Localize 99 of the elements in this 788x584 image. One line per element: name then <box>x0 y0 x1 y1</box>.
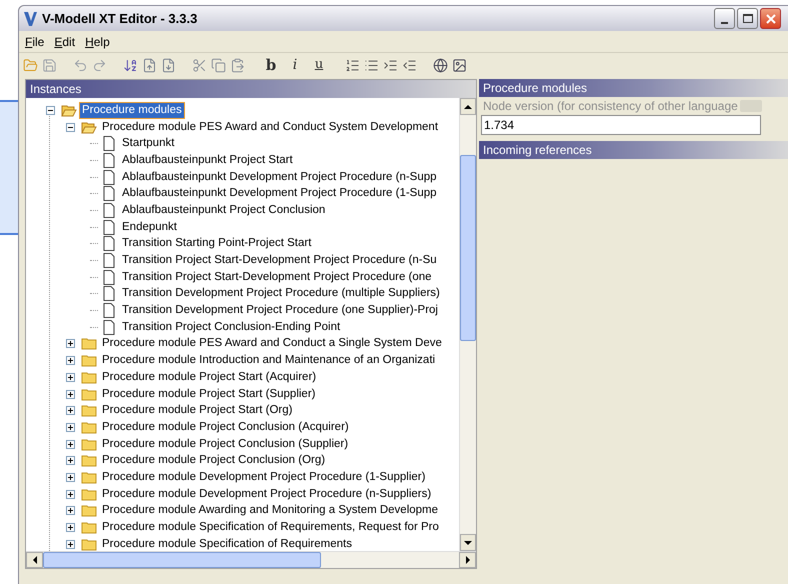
bullet-list-icon[interactable] <box>364 58 379 72</box>
sort-icon[interactable] <box>123 58 138 72</box>
tree-item[interactable]: Procedure module PES Award and Conduct a Single System Deve <box>100 336 444 352</box>
move-up-icon[interactable] <box>142 58 157 72</box>
document-icon <box>103 170 115 185</box>
collapse-toggle[interactable] <box>46 106 54 115</box>
expand-toggle[interactable] <box>66 440 74 449</box>
format-button[interactable]: u <box>309 56 329 74</box>
menu-item[interactable]: Help <box>85 32 110 50</box>
expand-toggle[interactable] <box>66 540 74 549</box>
ordered-list-icon[interactable] <box>345 58 360 72</box>
document-icon <box>103 220 115 235</box>
tree-item[interactable]: Ablaufbausteinpunkt Development Project Procedure (1-Supp <box>120 186 439 202</box>
horizontal-scrollbar[interactable] <box>26 551 476 568</box>
folder-icon <box>81 454 97 468</box>
document-icon <box>103 303 115 318</box>
tree-item[interactable]: Procedure module Awarding and Monitoring a System Developme <box>100 503 440 518</box>
expand-toggle[interactable] <box>66 506 74 516</box>
tree-item[interactable]: Procedure module Project Start (Org) <box>100 403 294 418</box>
format-button[interactable]: i <box>285 56 305 74</box>
close-icon <box>766 14 776 24</box>
tree-item[interactable]: Transition Development Project Procedure (one Supplier)-Proj <box>120 303 440 318</box>
tree-item[interactable]: Transition Project Start-Development Project Procedure (one <box>120 270 434 285</box>
folder-icon <box>81 438 97 451</box>
field-label: Node version (for consistency of other language <box>483 98 738 115</box>
expand-toggle[interactable] <box>66 372 74 382</box>
tree-item[interactable]: Procedure module Project Conclusion (Acquirer) <box>100 420 351 435</box>
document-icon <box>103 286 115 302</box>
tree-item[interactable]: Procedure modules <box>80 102 184 118</box>
cut-icon[interactable] <box>192 58 207 72</box>
panel-header: Incoming references <box>479 141 788 159</box>
collapse-toggle[interactable] <box>66 122 74 132</box>
menu-item[interactable]: Edit <box>54 32 76 50</box>
expand-toggle[interactable] <box>66 390 74 399</box>
document-icon <box>103 136 115 152</box>
minimize-button[interactable] <box>714 8 735 29</box>
folder-icon <box>81 404 97 418</box>
tree-item[interactable]: Procedure module Project Conclusion (Supplier) <box>100 436 350 452</box>
panel-header: Instances <box>26 80 476 98</box>
document-icon <box>103 186 115 202</box>
tree-item[interactable]: Procedure module Project Start (Supplier) <box>100 386 318 402</box>
tree-item[interactable]: Endepunkt <box>120 220 179 235</box>
window-title: V-Modell XT Editor - 3.3.3 <box>42 10 198 28</box>
copy-icon[interactable] <box>211 58 226 72</box>
document-icon <box>103 253 115 268</box>
tree-item[interactable]: Transition Starting Point-Project Start <box>120 236 314 252</box>
tree-item[interactable]: Ablaufbausteinpunkt Project Conclusion <box>120 202 328 218</box>
expand-toggle[interactable] <box>66 456 74 466</box>
expand-toggle[interactable] <box>66 406 74 416</box>
tree-item[interactable]: Procedure module Development Project Procedure (n-Suppliers) <box>100 486 434 502</box>
tree-item[interactable]: Procedure module PES Award and Conduct System Development <box>100 120 440 135</box>
folder-icon <box>81 470 97 484</box>
tree-item[interactable]: Procedure module Specification of Requirements <box>100 536 354 551</box>
document-icon <box>103 320 115 335</box>
image-icon[interactable] <box>452 58 467 72</box>
document-icon <box>103 236 115 252</box>
move-down-icon[interactable] <box>161 58 176 72</box>
document-icon <box>103 152 115 168</box>
document-icon <box>103 270 115 285</box>
tree-item[interactable]: Ablaufbausteinpunkt Project Start <box>120 152 295 168</box>
close-button[interactable] <box>760 8 781 29</box>
open-folder-icon <box>61 104 77 117</box>
tree-item[interactable]: Procedure module Development Project Procedure (1-Supplier) <box>100 470 428 485</box>
paste-icon[interactable] <box>230 58 245 72</box>
version-field[interactable]: 1.734 <box>481 115 761 135</box>
maximize-button[interactable] <box>737 8 758 29</box>
format-button[interactable]: b <box>261 56 281 74</box>
document-icon <box>103 202 115 218</box>
folder-icon <box>81 420 97 434</box>
expand-toggle[interactable] <box>66 523 74 532</box>
tree-item[interactable]: Procedure module Specification of Requirements, Request for Pro <box>100 520 441 536</box>
menu-item[interactable]: File <box>25 32 44 50</box>
open-folder-icon <box>81 120 97 134</box>
tree-item[interactable]: Startpunkt <box>120 136 176 152</box>
folder-icon <box>81 504 97 518</box>
tree-item[interactable]: Procedure module Project Conclusion (Org) <box>100 453 328 468</box>
expand-toggle[interactable] <box>66 490 74 499</box>
folder-icon <box>81 354 97 368</box>
vertical-scrollbar[interactable] <box>459 98 476 551</box>
app-logo-icon <box>23 10 39 26</box>
outdent-icon[interactable] <box>402 58 417 72</box>
indent-icon[interactable] <box>383 58 398 72</box>
tree-item[interactable]: Procedure module Introduction and Maintenance of an Organizati <box>100 353 438 368</box>
folder-icon <box>81 521 97 534</box>
panel-header: Procedure modules <box>479 79 788 97</box>
expand-toggle[interactable] <box>66 472 74 482</box>
tree-item[interactable]: Procedure module Project Start (Acquirer) <box>100 370 318 385</box>
folder-icon <box>81 370 97 384</box>
tree-item[interactable]: Transition Project Conclusion-Ending Point <box>120 320 342 335</box>
folder-icon <box>81 488 97 501</box>
folder-icon <box>81 337 97 350</box>
tree-item[interactable]: Transition Development Project Procedure (multiple Suppliers) <box>120 286 442 302</box>
expand-toggle[interactable] <box>66 356 74 366</box>
tree-item[interactable]: Transition Project Start-Development Project Procedure (n-Su <box>120 253 439 268</box>
tree-item[interactable]: Ablaufbausteinpunkt Development Project Procedure (n-Supp <box>120 170 439 185</box>
expand-toggle[interactable] <box>66 339 74 348</box>
globe-icon[interactable] <box>433 58 448 72</box>
folder-icon <box>81 388 97 401</box>
expand-toggle[interactable] <box>66 422 74 432</box>
